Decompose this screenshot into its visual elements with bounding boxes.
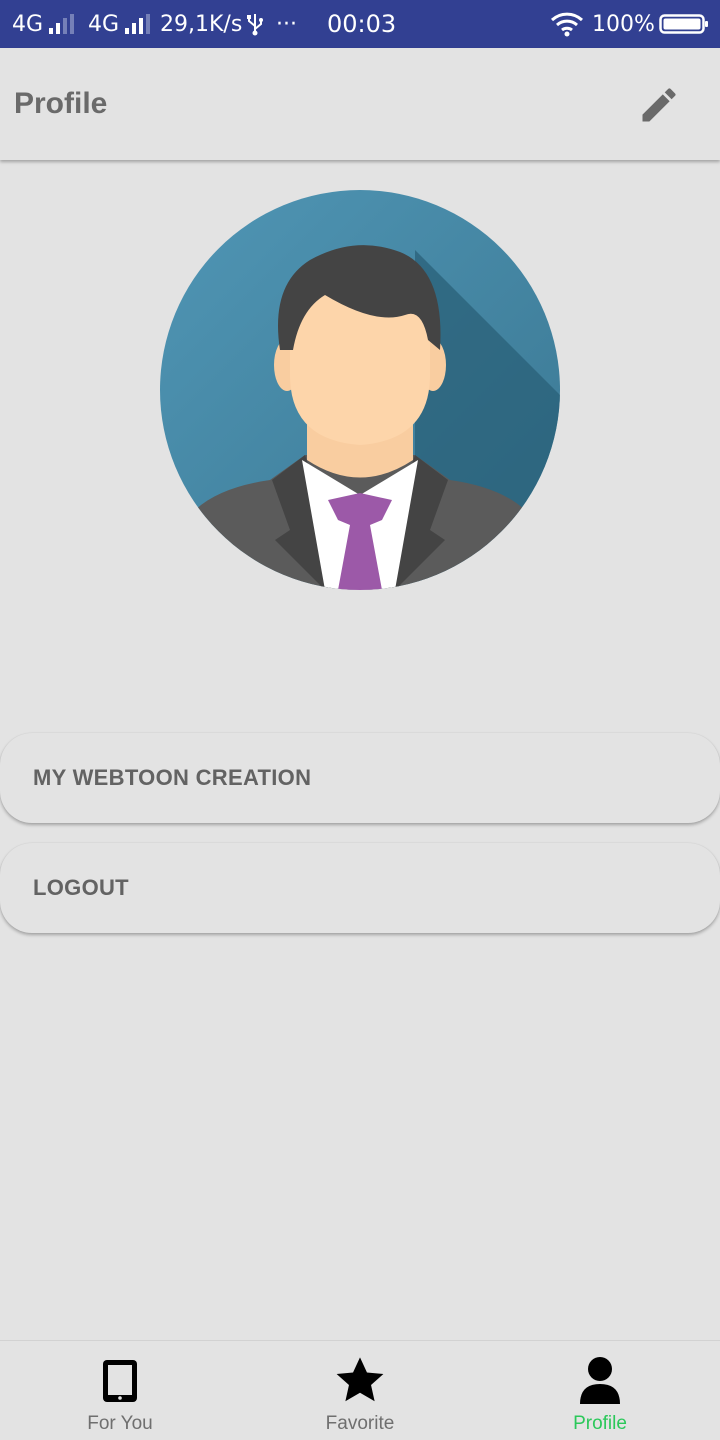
edit-profile-button[interactable] — [630, 76, 688, 134]
network-indicator-1: 4G — [12, 0, 75, 48]
battery-percent: 100% — [592, 11, 655, 37]
nav-label-favorite: Favorite — [325, 1413, 395, 1434]
page-title: Profile — [14, 87, 108, 120]
star-icon — [330, 1351, 390, 1411]
profile-avatar — [160, 190, 560, 590]
nav-tab-for-you[interactable]: For You — [0, 1341, 240, 1440]
nav-tab-favorite[interactable]: Favorite — [240, 1341, 480, 1440]
tablet-icon — [90, 1351, 150, 1411]
app-bar: Profile — [0, 48, 720, 160]
my-webtoon-creation-label: MY WEBTOON CREATION — [33, 765, 312, 790]
nav-tab-profile[interactable]: Profile — [480, 1341, 720, 1440]
bottom-navigation: For You Favorite Profile — [0, 1340, 720, 1440]
pencil-icon — [642, 88, 676, 122]
logout-button[interactable]: LOGOUT — [0, 843, 720, 933]
signal-icon — [49, 14, 75, 34]
clock: 00:03 — [327, 10, 397, 38]
nav-label-profile: Profile — [573, 1413, 627, 1434]
network-speed: 29,1K/s — [160, 11, 243, 37]
signal-icon — [125, 14, 151, 34]
network-indicator-2: 4G — [88, 0, 151, 48]
network-type-1: 4G — [12, 11, 44, 37]
network-type-2: 4G — [88, 11, 120, 37]
more-notifications-icon: ··· — [276, 11, 297, 37]
nav-label-for-you: For You — [87, 1413, 153, 1434]
businessman-avatar-icon — [160, 190, 560, 590]
my-webtoon-creation-button[interactable]: MY WEBTOON CREATION — [0, 733, 720, 823]
person-icon — [570, 1351, 630, 1411]
usb-icon — [246, 0, 264, 48]
logout-label: LOGOUT — [33, 875, 129, 900]
status-bar: 4G 4G 29,1K/s ··· 00:03 100% — [0, 0, 720, 48]
battery-icon — [659, 0, 709, 48]
wifi-icon — [550, 0, 584, 48]
